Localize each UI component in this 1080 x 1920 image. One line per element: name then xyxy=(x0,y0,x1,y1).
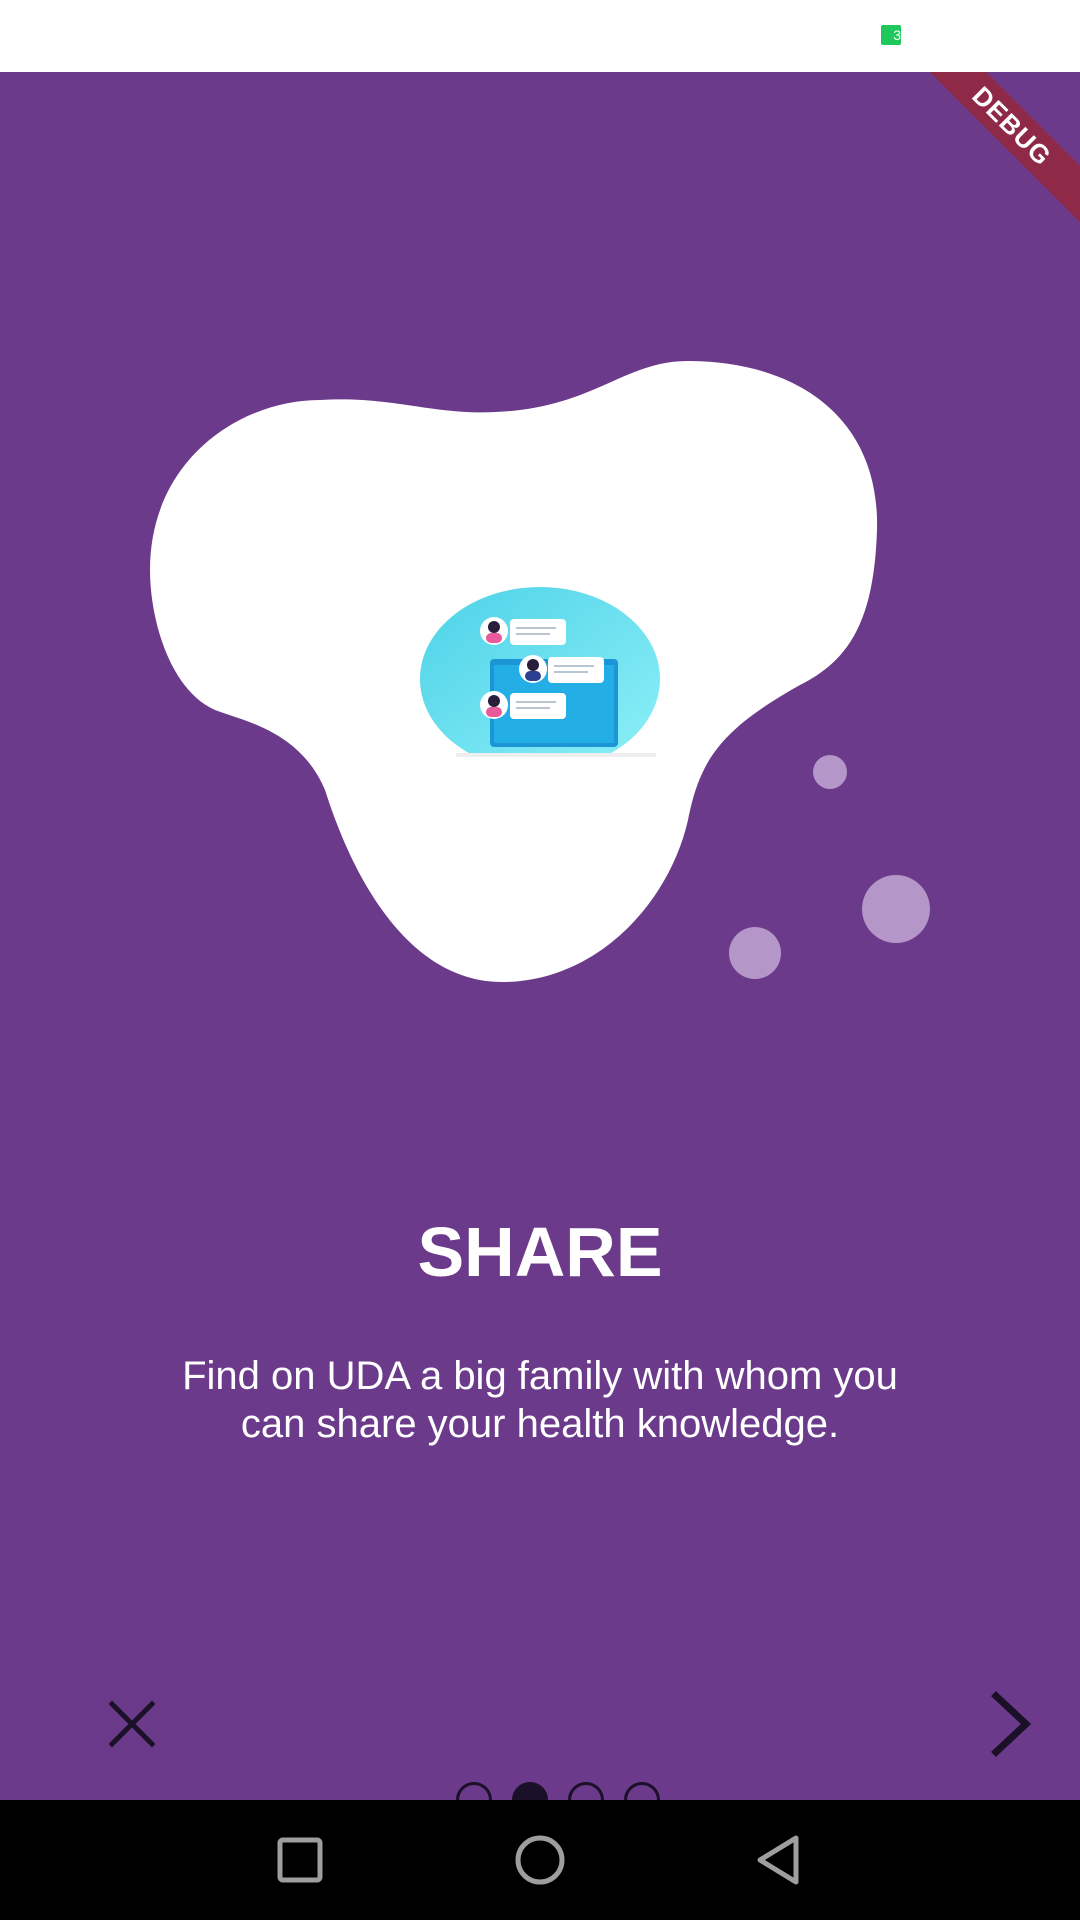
recent-apps-icon[interactable] xyxy=(270,1830,330,1890)
bubble-medium xyxy=(729,927,781,979)
chat-illustration xyxy=(420,587,660,757)
bubble-small xyxy=(813,755,847,789)
home-icon[interactable] xyxy=(510,1830,570,1890)
system-nav-bar xyxy=(0,1800,1080,1920)
close-icon[interactable] xyxy=(100,1692,164,1756)
page-dot-2[interactable] xyxy=(512,1782,548,1800)
decorative-blob xyxy=(150,360,930,983)
page-description: Find on UDA a big family with whom you c… xyxy=(182,1354,898,1446)
page-dot-3[interactable] xyxy=(568,1782,604,1800)
status-bar: 3 xyxy=(0,0,1080,72)
page-indicator xyxy=(456,1780,696,1800)
bubble-large xyxy=(862,875,930,943)
page-title: SHARE xyxy=(417,1213,663,1291)
onboarding-screen: SHARE Find on UDA a big family with whom… xyxy=(0,72,1080,1800)
page-dot-4[interactable] xyxy=(624,1782,660,1800)
battery-icon: 3 xyxy=(881,25,901,45)
chevron-right-icon[interactable] xyxy=(974,1688,1046,1760)
back-icon[interactable] xyxy=(750,1830,810,1890)
page-dot-1[interactable] xyxy=(456,1782,492,1800)
